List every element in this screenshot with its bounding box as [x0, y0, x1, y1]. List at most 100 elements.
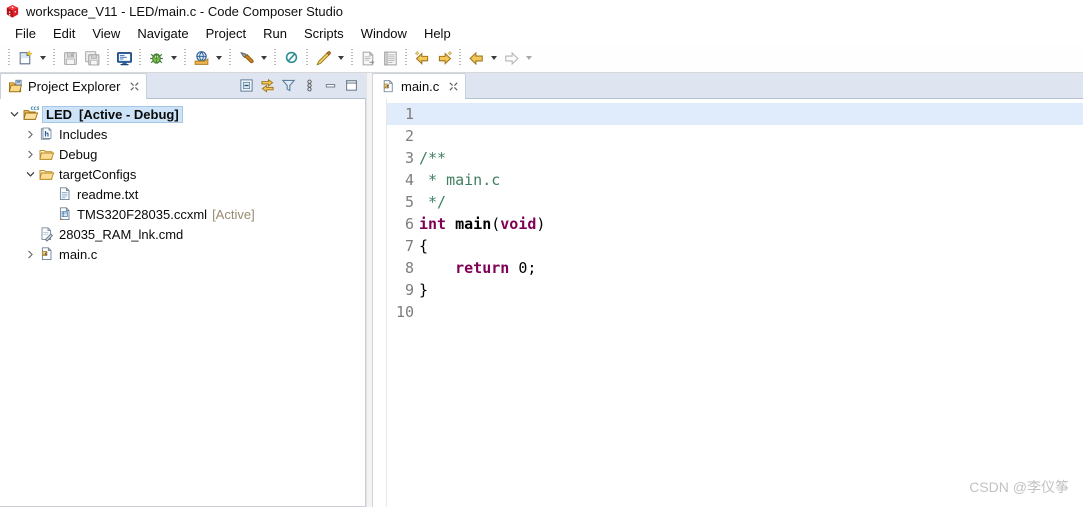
- project-explorer-tab-label: Project Explorer: [28, 79, 121, 94]
- project-tree[interactable]: CCS LED [Active - Debug] h Includes Debu…: [0, 99, 366, 507]
- tab-project-explorer[interactable]: Project Explorer: [0, 73, 148, 99]
- line-number: 3: [404, 149, 414, 167]
- code-token: return: [455, 259, 510, 277]
- tree-item-led[interactable]: CCS LED [Active - Debug]: [0, 104, 365, 124]
- menu-bar: File Edit View Navigate Project Run Scri…: [0, 22, 1083, 44]
- code-line-text: */: [419, 191, 446, 213]
- chevron-right-icon[interactable]: [22, 144, 38, 164]
- menu-edit[interactable]: Edit: [45, 24, 84, 43]
- line-number: 10: [395, 303, 414, 321]
- next-annotation-icon[interactable]: [433, 47, 455, 69]
- code-line-text: }: [419, 279, 428, 301]
- close-icon[interactable]: [128, 81, 140, 93]
- code-line[interactable]: 2: [387, 125, 1083, 147]
- back-dropdown-icon[interactable]: [487, 47, 500, 69]
- menu-window[interactable]: Window: [353, 24, 416, 43]
- text-file-icon: [56, 184, 74, 204]
- tree-item-mainc[interactable]: .c main.c: [0, 244, 365, 264]
- chevron-right-icon[interactable]: [22, 124, 38, 144]
- ccs-cube-icon: [5, 4, 20, 19]
- debug-dropdown-icon[interactable]: [167, 47, 180, 69]
- code-token: int: [419, 215, 447, 233]
- code-line[interactable]: 5 */: [387, 191, 1083, 213]
- menu-navigate[interactable]: Navigate: [129, 24, 197, 43]
- code-line[interactable]: 3 /**: [387, 147, 1083, 169]
- code-line-text: int main(void): [419, 213, 545, 235]
- chevron-down-icon[interactable]: [22, 164, 38, 184]
- menu-help[interactable]: Help: [416, 24, 460, 43]
- editor-body[interactable]: 1 2 3/** 4 * main.c 5 */6 int main(void) 7{8 r…: [373, 99, 1083, 507]
- tree-item-targetconfigs[interactable]: targetConfigs: [0, 164, 365, 184]
- chevron-down-icon[interactable]: [6, 104, 22, 124]
- tree-label-suffix: [Active - Debug]: [79, 106, 179, 122]
- menu-file[interactable]: File: [7, 24, 45, 43]
- toolbar-separator: [139, 49, 141, 67]
- line-number: 5: [404, 193, 414, 211]
- chevron-right-icon[interactable]: [22, 244, 38, 264]
- prev-annotation-icon[interactable]: [411, 47, 433, 69]
- code-line[interactable]: 1: [387, 103, 1083, 125]
- new-file-dropdown-icon[interactable]: [36, 47, 49, 69]
- marker-dropdown-icon[interactable]: [334, 47, 347, 69]
- tree-item-ccxml-suffix: [Active]: [212, 206, 255, 222]
- tab-main-c[interactable]: .c main.c: [373, 73, 467, 99]
- close-icon[interactable]: [448, 81, 459, 92]
- build-hammer-icon[interactable]: [235, 47, 257, 69]
- tree-item-readme-label: readme.txt: [77, 186, 139, 202]
- menu-project[interactable]: Project: [198, 24, 255, 43]
- code-line[interactable]: 6 int main(void): [387, 213, 1083, 235]
- toolbar-separator: [274, 49, 276, 67]
- tree-item-led-label: LED [Active - Debug]: [42, 105, 183, 123]
- build-dropdown-icon[interactable]: [257, 47, 270, 69]
- code-line[interactable]: 8 return 0;: [387, 257, 1083, 279]
- debug-bug-icon[interactable]: [145, 47, 167, 69]
- code-line[interactable]: 10: [387, 301, 1083, 323]
- console-icon[interactable]: [113, 47, 135, 69]
- link-with-editor-icon[interactable]: [258, 76, 277, 95]
- editor-marker-bar[interactable]: [373, 99, 387, 507]
- work-area: Project Explorer CCS LED [Active - Debug…: [0, 73, 1083, 507]
- tree-item-readme[interactable]: readme.txt: [0, 184, 365, 204]
- tree-item-mainc-label: main.c: [59, 246, 98, 262]
- code-line[interactable]: 9}: [387, 279, 1083, 301]
- code-text-area[interactable]: 1 2 3/** 4 * main.c 5 */6 int main(void) 7{8 r…: [387, 99, 1083, 507]
- code-token: }: [419, 281, 429, 299]
- svg-text:.c: .c: [43, 252, 48, 257]
- code-token: main: [455, 215, 492, 233]
- svg-text:h: h: [44, 130, 49, 138]
- code-line-text: * main.c: [419, 169, 500, 191]
- back-arrow-icon[interactable]: [465, 47, 487, 69]
- toolbar-separator: [8, 49, 10, 67]
- code-line[interactable]: 7{: [387, 235, 1083, 257]
- editor-tab-label: main.c: [401, 79, 440, 94]
- tree-label-text: LED: [46, 106, 72, 122]
- launch-dropdown-icon[interactable]: [212, 47, 225, 69]
- toolbar-separator: [351, 49, 353, 67]
- resume-launch-icon[interactable]: [190, 47, 212, 69]
- main-toolbar: [0, 44, 1083, 73]
- tree-item-debug[interactable]: Debug: [0, 144, 365, 164]
- collapse-all-icon[interactable]: [237, 76, 256, 95]
- search-scope-icon[interactable]: [280, 47, 302, 69]
- menu-run[interactable]: Run: [255, 24, 296, 43]
- menu-scripts[interactable]: Scripts: [296, 24, 353, 43]
- tree-item-ccxml[interactable]: TMS320F28035.ccxml [Active]: [0, 204, 365, 224]
- title-bar: workspace_V11 - LED/main.c - Code Compos…: [0, 0, 1083, 22]
- toolbar-separator: [405, 49, 407, 67]
- project-explorer-view: Project Explorer CCS LED [Active - Debug…: [0, 73, 366, 507]
- minimize-icon[interactable]: [321, 76, 340, 95]
- code-token: ;: [527, 259, 537, 277]
- new-file-icon[interactable]: [14, 47, 36, 69]
- tree-item-includes[interactable]: h Includes: [0, 124, 365, 144]
- view-menu-icon[interactable]: [300, 76, 319, 95]
- toolbar-separator: [229, 49, 231, 67]
- maximize-icon[interactable]: [342, 76, 361, 95]
- cmd-file-icon: [38, 224, 56, 244]
- line-number: 1: [404, 105, 414, 123]
- code-line[interactable]: 4 * main.c: [387, 169, 1083, 191]
- marker-pencil-icon[interactable]: [312, 47, 334, 69]
- filter-icon[interactable]: [279, 76, 298, 95]
- tree-item-lnkcmd[interactable]: 28035_RAM_lnk.cmd: [0, 224, 365, 244]
- menu-view[interactable]: View: [84, 24, 129, 43]
- panel-splitter[interactable]: [366, 73, 373, 507]
